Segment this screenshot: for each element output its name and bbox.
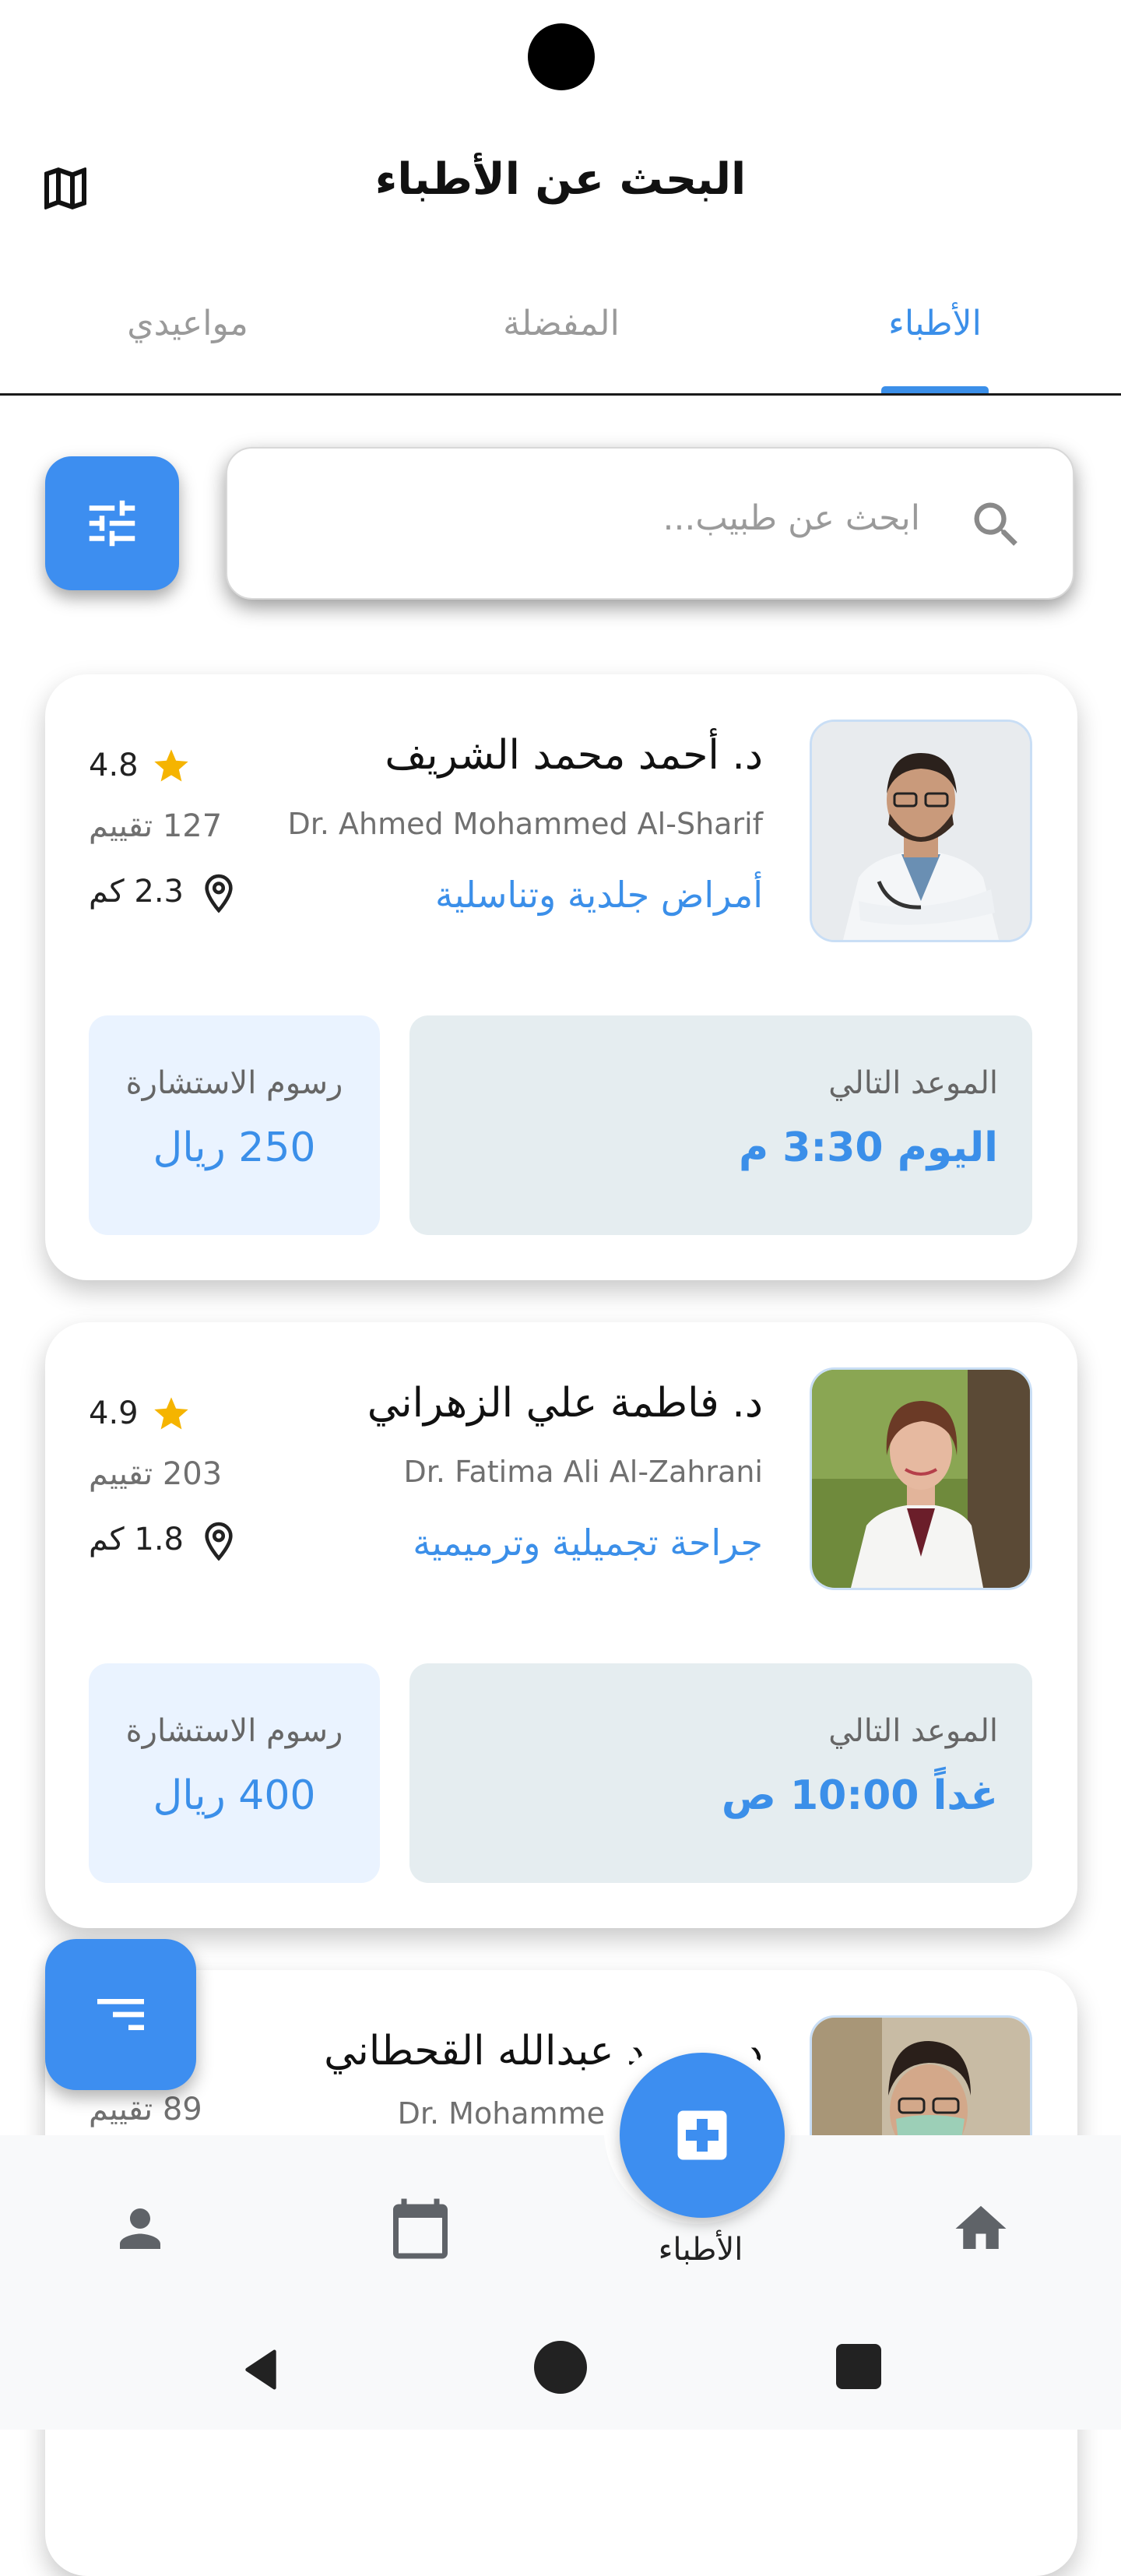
consultation-fee-label: رسوم الاستشارة — [125, 1065, 343, 1101]
doctor-name: د. أحمد محمد الشريف — [385, 732, 763, 779]
back-icon[interactable] — [234, 2342, 288, 2397]
next-appointment-box: الموعد التالي غداً 10:00 ص — [409, 1663, 1032, 1883]
home-system-icon[interactable] — [534, 2341, 587, 2394]
next-appointment-time: اليوم 3:30 م — [739, 1124, 998, 1171]
rating-value: 4.8 — [89, 748, 139, 783]
nav-doctors-label: الأطباء — [658, 2232, 743, 2268]
page-title: البحث عن الأطباء — [374, 154, 747, 205]
home-icon — [955, 2205, 1007, 2249]
tab-doctors[interactable]: الأطباء — [806, 304, 1063, 343]
doctor-photo — [810, 1367, 1032, 1590]
consultation-fee-value: 250 ريال — [153, 1124, 316, 1171]
location-pin-icon — [201, 872, 237, 916]
profile-icon — [120, 2208, 160, 2249]
sort-button[interactable] — [45, 1939, 196, 2090]
bottom-navigation — [0, 2135, 1121, 2307]
sort-icon — [97, 1999, 144, 2030]
search-placeholder: ابحث عن طبيب... — [662, 498, 920, 538]
doctor-specialty: أمراض جلدية وتناسلية — [435, 874, 763, 916]
nav-profile[interactable] — [101, 2190, 179, 2268]
next-appointment-time: غداً 10:00 ص — [721, 1772, 998, 1819]
reviews-count: 127 تقييم — [89, 808, 223, 844]
doctor-card[interactable]: د. أحمد محمد الشريف Dr. Ahmed Mohammed A… — [45, 674, 1077, 1280]
tab-divider — [0, 393, 1121, 396]
consultation-fee-box: رسوم الاستشارة 400 ريال — [89, 1663, 380, 1883]
search-input[interactable]: ابحث عن طبيب... — [226, 447, 1074, 600]
doctor-name-english: Dr. Ahmed Mohammed Al-Sharif — [287, 807, 763, 841]
sliders-icon — [89, 500, 135, 547]
doctor-specialty: جراحة تجميلية وترميمية — [413, 1522, 763, 1564]
calendar-icon — [393, 2198, 448, 2259]
doctor-photo — [810, 720, 1032, 942]
doctors-icon — [677, 2110, 727, 2160]
nav-appointments[interactable] — [381, 2190, 459, 2268]
consultation-fee-label: رسوم الاستشارة — [125, 1713, 343, 1749]
consultation-fee-value: 400 ريال — [153, 1772, 316, 1819]
recents-icon[interactable] — [836, 2344, 881, 2389]
system-navigation-bar — [0, 2307, 1121, 2430]
nav-doctors[interactable] — [620, 2053, 785, 2218]
search-icon — [967, 495, 1026, 554]
reviews-count: 89 تقييم — [89, 2092, 202, 2127]
consultation-fee-box: رسوم الاستشارة 250 ريال — [89, 1015, 380, 1235]
next-appointment-label: الموعد التالي — [828, 1713, 998, 1749]
star-icon — [151, 746, 192, 787]
next-appointment-label: الموعد التالي — [828, 1065, 998, 1101]
rating-value: 4.9 — [89, 1395, 139, 1431]
doctor-card[interactable]: د. فاطمة علي الزهراني Dr. Fatima Ali Al-… — [45, 1322, 1077, 1928]
star-icon — [151, 1394, 192, 1434]
filter-button[interactable] — [45, 456, 179, 590]
tab-my-appointments[interactable]: مواعيدي — [59, 304, 316, 343]
doctor-name-english: Dr. Fatima Ali Al-Zahrani — [403, 1455, 763, 1489]
location-pin-icon — [201, 1520, 237, 1564]
distance: 1.8 كم — [89, 1522, 184, 1557]
next-appointment-box: الموعد التالي اليوم 3:30 م — [409, 1015, 1032, 1235]
distance: 2.3 كم — [89, 874, 184, 910]
reviews-count: 203 تقييم — [89, 1456, 223, 1492]
nav-home[interactable] — [942, 2190, 1020, 2268]
camera-cutout — [528, 23, 595, 90]
doctor-name: د. فاطمة علي الزهراني — [367, 1380, 763, 1427]
tab-favorites[interactable]: المفضلة — [433, 304, 690, 343]
